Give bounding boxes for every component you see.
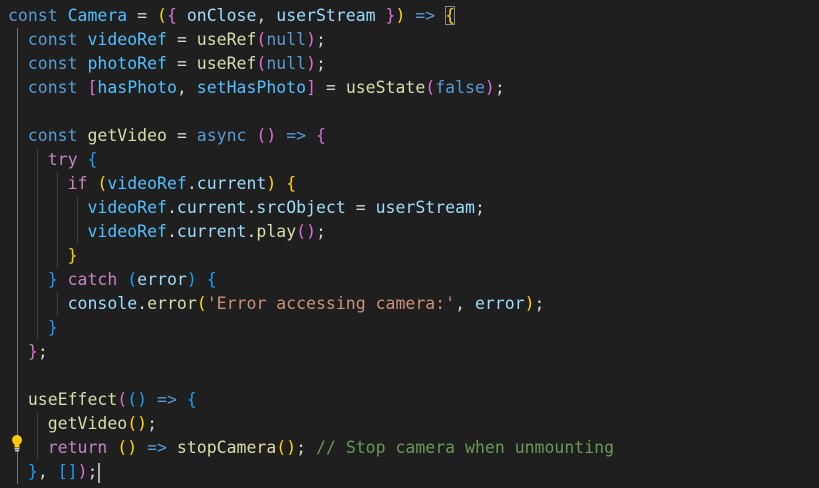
keyword: if [67,174,88,193]
property: srcObject [256,198,346,217]
function-name: play [256,222,297,241]
property: current [176,222,247,241]
code-line-8[interactable]: if (videoRef.current) { [8,172,297,196]
identifier: error [474,294,525,313]
identifier: videoRef [87,222,167,241]
identifier: hasPhoto [97,78,177,97]
keyword: null [266,54,307,73]
keyword: const [27,54,78,73]
keyword: catch [67,270,118,289]
keyword: null [266,30,307,49]
code-line-16[interactable] [8,364,18,388]
keyword: try [47,150,78,169]
code-line-12[interactable]: } catch (error) { [8,268,217,292]
identifier: error [137,270,187,289]
identifier: setHasPhoto [196,78,307,97]
keyword: async [196,126,247,145]
code-line-9[interactable]: videoRef.current.srcObject = userStream; [8,196,484,220]
code-line-7[interactable]: try { [8,148,98,172]
identifier: console [67,294,138,313]
keyword: const [27,78,78,97]
code-line-4[interactable]: const [hasPhoto, setHasPhoto] = useState… [8,76,505,100]
identifier: userStream [375,198,475,217]
code-line-17[interactable]: useEffect(() => { [8,388,197,412]
identifier: userStream [276,6,376,25]
function-name: error [147,294,197,313]
code-line-3[interactable]: const photoRef = useRef(null); [8,52,326,76]
code-line-10[interactable]: videoRef.current.play(); [8,220,325,244]
function-name: stopCamera [176,438,277,457]
matched-bracket: { [445,6,456,25]
identifier: Camera [67,6,128,25]
text-cursor [98,462,101,483]
keyword: const [8,6,58,25]
lightbulb-icon[interactable] [10,434,24,452]
identifier: photoRef [87,54,167,73]
code-editor[interactable]: const Camera = ({ onClose, userStream })… [0,0,819,488]
code-line-11[interactable]: } [8,244,78,268]
function-name: getVideo [87,126,167,145]
function-name: getVideo [47,414,128,433]
code-line-15[interactable]: }; [8,340,48,364]
identifier: videoRef [87,198,167,217]
code-comment: // Stop camera when unmounting [316,438,615,457]
code-line-2[interactable]: const videoRef = useRef(null); [8,28,326,52]
identifier: videoRef [107,174,187,193]
function-name: useRef [196,54,257,73]
code-line-1[interactable]: const Camera = ({ onClose, userStream })… [8,4,456,28]
code-line-18[interactable]: getVideo(); [8,412,157,436]
code-line-5[interactable] [8,100,18,124]
keyword: false [435,78,485,97]
function-name: useEffect [27,390,118,409]
code-line-20[interactable]: }, []); [8,460,101,484]
property: current [196,174,267,193]
arrow: => [157,390,177,409]
function-name: useState [345,78,426,97]
function-name: useRef [196,30,257,49]
code-line-13[interactable]: console.error('Error accessing camera:',… [8,292,545,316]
keyword: const [27,30,78,49]
arrow: => [286,126,307,145]
identifier: onClose [186,6,257,25]
identifier: videoRef [87,30,167,49]
code-line-19[interactable]: return () => stopCamera(); // Stop camer… [8,436,614,460]
property: current [176,198,247,217]
keyword: const [27,126,78,145]
keyword: return [47,438,108,457]
code-line-14[interactable]: } [8,316,58,340]
arrow: => [415,6,436,25]
code-line-6[interactable]: const getVideo = async () => { [8,124,326,148]
string-literal: 'Error accessing camera:' [206,294,456,313]
arrow: => [147,438,167,457]
